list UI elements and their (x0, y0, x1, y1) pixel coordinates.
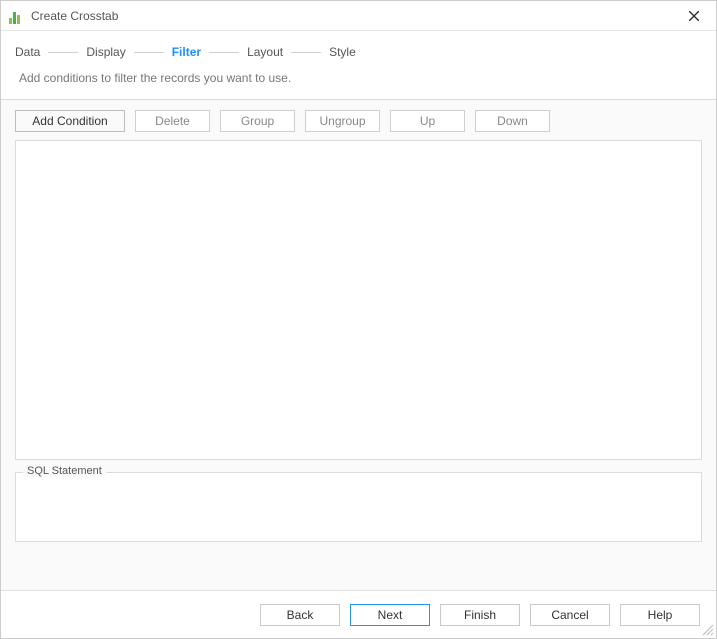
step-connector (48, 52, 78, 53)
wizard-footer: Back Next Finish Cancel Help (1, 590, 716, 638)
step-data[interactable]: Data (15, 45, 40, 59)
up-button[interactable]: Up (390, 110, 465, 132)
close-icon (689, 11, 699, 21)
delete-button[interactable]: Delete (135, 110, 210, 132)
step-connector (209, 52, 239, 53)
step-description: Add conditions to filter the records you… (1, 65, 716, 99)
step-connector (291, 52, 321, 53)
wizard-steps: Data Display Filter Layout Style (1, 31, 716, 65)
ungroup-button[interactable]: Ungroup (305, 110, 380, 132)
app-icon (9, 8, 25, 24)
next-button[interactable]: Next (350, 604, 430, 626)
down-button[interactable]: Down (475, 110, 550, 132)
finish-button[interactable]: Finish (440, 604, 520, 626)
sql-statement-group: SQL Statement (15, 472, 702, 542)
cancel-button[interactable]: Cancel (530, 604, 610, 626)
titlebar: Create Crosstab (1, 1, 716, 31)
condition-toolbar: Add Condition Delete Group Ungroup Up Do… (15, 110, 702, 132)
window-title: Create Crosstab (31, 9, 118, 23)
group-button[interactable]: Group (220, 110, 295, 132)
help-button[interactable]: Help (620, 604, 700, 626)
conditions-list[interactable] (15, 140, 702, 460)
close-button[interactable] (680, 5, 708, 27)
add-condition-button[interactable]: Add Condition (15, 110, 125, 132)
step-display[interactable]: Display (86, 45, 125, 59)
back-button[interactable]: Back (260, 604, 340, 626)
resize-grip-icon (700, 622, 714, 636)
step-filter[interactable]: Filter (172, 45, 201, 59)
step-connector (134, 52, 164, 53)
content-area: Add Condition Delete Group Ungroup Up Do… (1, 99, 716, 592)
step-layout[interactable]: Layout (247, 45, 283, 59)
resize-grip[interactable] (700, 622, 714, 636)
step-style[interactable]: Style (329, 45, 356, 59)
sql-statement-legend: SQL Statement (23, 465, 106, 477)
sql-statement-box[interactable] (15, 472, 702, 542)
